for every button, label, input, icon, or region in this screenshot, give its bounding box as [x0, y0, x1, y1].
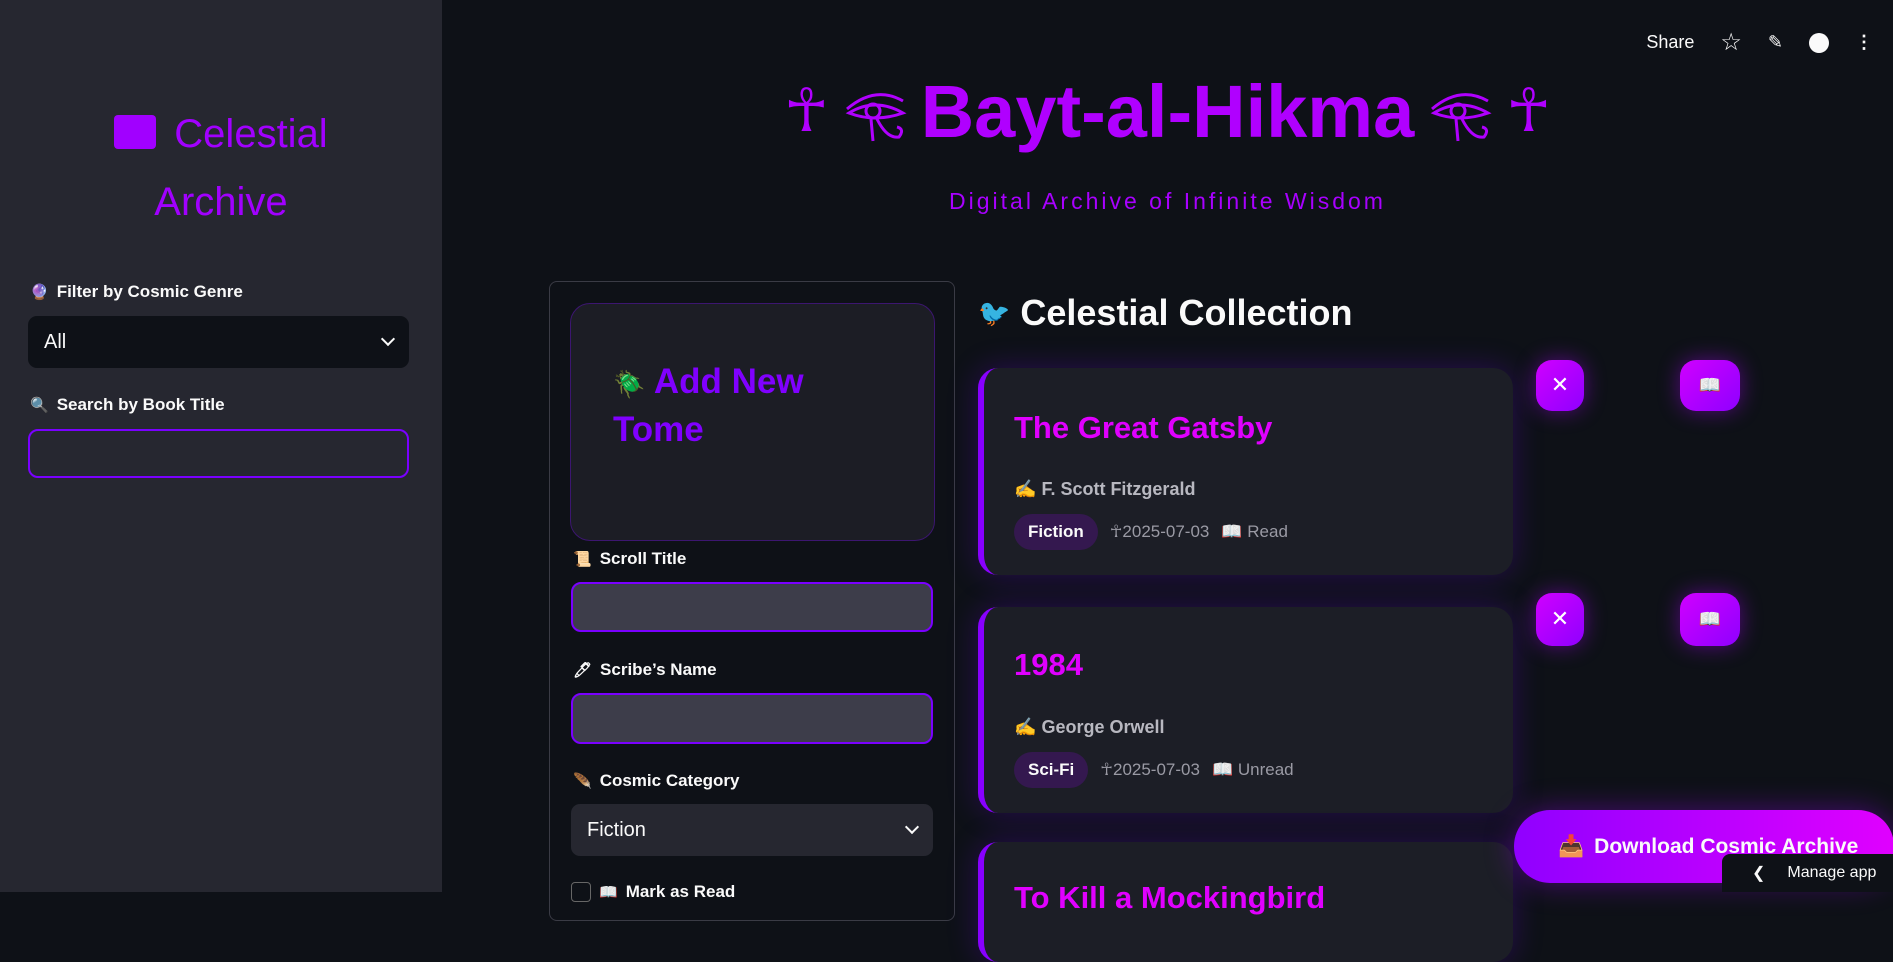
book-title: 1984 [1014, 647, 1083, 682]
bird-icon: 🐦 [978, 297, 1011, 328]
manage-app-label: Manage app [1787, 864, 1877, 881]
more-icon[interactable]: ⋮ [1855, 32, 1873, 53]
mark-read-checkbox[interactable]: 📖 Mark as Read [571, 882, 735, 902]
book-title: To Kill a Mockingbird [1014, 880, 1326, 915]
scroll-title-input[interactable] [571, 582, 933, 632]
scribe-name-label: 🖊 Scribe’s Name [573, 660, 717, 680]
book-author: ✍ George Orwell [1014, 717, 1164, 738]
scribe-name-label-text: Scribe’s Name [600, 660, 717, 679]
page-header: ☥ Bayt-al-Hikma ☥ Digital Archive of Inf… [442, 66, 1893, 215]
toggle-read-button[interactable]: 📖 [1680, 360, 1740, 411]
toolbar: Share ☆ ✎ ⋮ [1646, 28, 1873, 57]
book-meta: Sci-Fi ☥2025-07-03 📖 Unread [1014, 752, 1294, 788]
share-button[interactable]: Share [1646, 32, 1694, 53]
book-author-text: George Orwell [1041, 717, 1165, 737]
filter-label-text: Filter by Cosmic Genre [56, 282, 243, 301]
category-label: 🪶 Cosmic Category [573, 771, 740, 791]
add-tome-card: 🪲 Add New Tome [570, 303, 935, 541]
eye-of-horus-icon [845, 93, 907, 142]
quill-icon: 🪶 [573, 773, 592, 790]
book-status-text: Read [1247, 522, 1288, 541]
collection-heading: 🐦 Celestial Collection [978, 292, 1352, 334]
category-value: Fiction [587, 818, 646, 841]
page-title: ☥ Bayt-al-Hikma ☥ [442, 66, 1893, 156]
search-label: 🔍 Search by Book Title [30, 395, 225, 415]
ankh-icon: ☥ [1506, 77, 1552, 144]
chevron-down-icon [904, 819, 920, 835]
author-icon: ✍ [1014, 717, 1037, 737]
close-icon: ✕ [1550, 607, 1570, 632]
search-label-text: Search by Book Title [56, 395, 225, 414]
open-book-icon: 📖 [1698, 609, 1722, 630]
checkbox[interactable] [571, 882, 591, 902]
pencil-icon[interactable]: ✎ [1768, 32, 1783, 53]
download-icon: 📥 [1558, 834, 1585, 858]
ankh-icon: ☥ [1109, 522, 1123, 541]
crystal-ball-icon: 🔮 [30, 284, 49, 301]
pen-icon: 🖊 [573, 662, 593, 679]
book-author-text: F. Scott Fitzgerald [1041, 479, 1196, 499]
scarab-icon: 🪲 [613, 369, 646, 399]
book-date-text: 2025-07-03 [1122, 522, 1210, 541]
magnifier-icon: 🔍 [30, 397, 49, 414]
sidebar-title-line2: Archive [154, 180, 288, 224]
close-icon: ✕ [1550, 373, 1570, 398]
search-input[interactable] [28, 429, 409, 478]
scroll-title-label-text: Scroll Title [599, 549, 687, 568]
filter-label: 🔮 Filter by Cosmic Genre [30, 282, 243, 302]
star-icon[interactable]: ☆ [1720, 28, 1742, 57]
scribe-name-input[interactable] [571, 693, 933, 744]
book-meta: Fiction ☥2025-07-03 📖 Read [1014, 514, 1288, 550]
book-status: 📖 Read [1221, 522, 1288, 542]
genre-badge: Sci-Fi [1014, 752, 1089, 788]
page-subtitle: Digital Archive of Infinite Wisdom [949, 188, 1386, 214]
book-title: The Great Gatsby [1014, 410, 1273, 445]
book-card: 1984 ✍ George Orwell Sci-Fi ☥2025-07-03 … [978, 607, 1513, 813]
open-book-icon: 📖 [1698, 375, 1722, 396]
collection-heading-text: Celestial Collection [1020, 292, 1353, 333]
category-label-text: Cosmic Category [599, 771, 740, 790]
book-date-text: 2025-07-03 [1112, 760, 1200, 779]
mark-read-label: Mark as Read [625, 882, 736, 901]
book-status-text: Unread [1237, 760, 1294, 779]
sidebar-title-line1: Celestial [174, 112, 328, 156]
book-card: To Kill a Mockingbird [978, 842, 1513, 962]
scroll-icon: 📜 [573, 551, 592, 568]
open-book-icon: 📖 [1221, 522, 1243, 541]
delete-book-button[interactable]: ✕ [1536, 593, 1584, 646]
open-book-icon: 📖 [1211, 760, 1234, 779]
category-select[interactable]: Fiction [571, 804, 933, 856]
book-date: ☥2025-07-03 [1100, 760, 1200, 780]
book-status: 📖 Unread [1212, 760, 1294, 780]
ankh-icon: ☥ [783, 77, 829, 144]
genre-filter-select[interactable]: All [28, 316, 409, 368]
chevron-down-icon [380, 331, 396, 347]
toggle-read-button[interactable]: 📖 [1680, 593, 1740, 646]
chevron-left-icon: ❮ [1752, 865, 1766, 882]
genre-filter-value: All [44, 330, 67, 353]
book-icon [114, 115, 157, 149]
manage-app-button[interactable]: ❮ Manage app [1722, 854, 1893, 892]
eye-of-horus-icon [1430, 93, 1492, 142]
book-date: ☥2025-07-03 [1110, 522, 1210, 542]
genre-badge: Fiction [1014, 514, 1098, 550]
open-book-icon: 📖 [599, 884, 618, 901]
add-tome-title: 🪲 Add New Tome [613, 359, 873, 453]
book-author: ✍ F. Scott Fitzgerald [1014, 479, 1195, 500]
delete-book-button[interactable]: ✕ [1536, 360, 1584, 411]
ankh-icon: ☥ [1100, 760, 1113, 779]
sidebar: Celestial Archive 🔮 Filter by Cosmic Genr… [0, 0, 442, 892]
title-text: Bayt-al-Hikma [920, 69, 1415, 153]
author-icon: ✍ [1014, 479, 1037, 499]
sidebar-title: Celestial Archive [40, 100, 402, 236]
github-icon[interactable] [1809, 32, 1829, 53]
scroll-title-label: 📜 Scroll Title [573, 549, 686, 569]
book-card: The Great Gatsby ✍ F. Scott Fitzgerald F… [978, 368, 1513, 575]
